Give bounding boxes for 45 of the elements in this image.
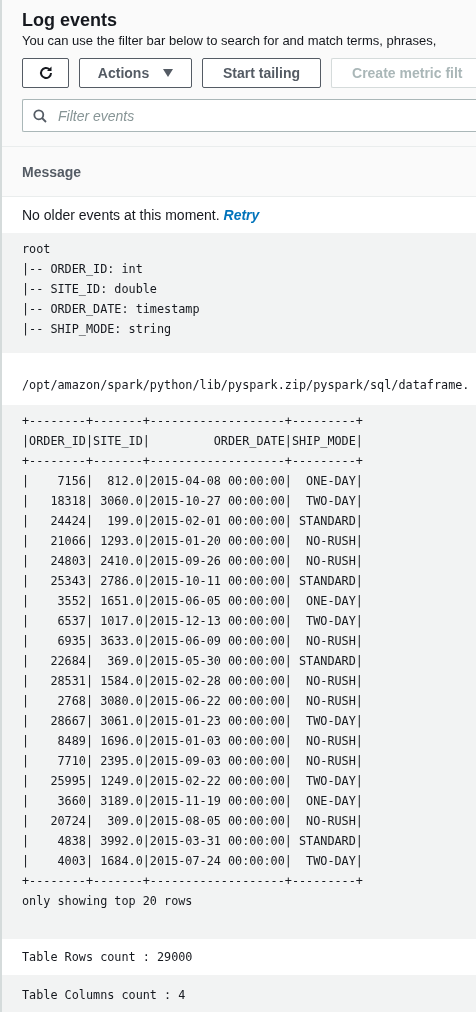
log-line: +--------+-------+-------------------+---------+	[22, 873, 364, 890]
log-line: | 7156| 812.0|2015-04-08 00:00:00| ONE-DAY|	[22, 473, 364, 490]
log-line: | 4003| 1684.0|2015-07-24 00:00:00| TWO-DAY|	[22, 853, 364, 870]
column-header: Message	[22, 163, 82, 180]
log-line: +--------+-------+-------------------+---------+	[22, 413, 364, 430]
caret-icon	[163, 69, 174, 77]
log-line: | 24424| 199.0|2015-02-01 00:00:00| STANDARD|	[22, 513, 364, 530]
log-line: |-- SITE_ID: double	[22, 281, 158, 298]
log-line: | 8489| 1696.0|2015-01-03 00:00:00| NO-RUSH|	[22, 733, 364, 750]
panel-title: Log events	[22, 9, 119, 32]
log-line: +--------+-------+-------------------+---------+	[22, 453, 364, 470]
retry-link[interactable]: Retry	[223, 207, 260, 223]
log-line: | 3660| 3189.0|2015-11-19 00:00:00| ONE-DAY|	[22, 793, 364, 810]
log-line: |-- SHIP_MODE: string	[22, 321, 173, 338]
log-line: | 21066| 1293.0|2015-01-20 00:00:00| NO-RUSH|	[22, 533, 364, 550]
log-line: root	[22, 241, 52, 258]
log-line: /opt/amazon/spark/python/lib/pyspark.zip/pyspark/sql/dataframe.	[22, 377, 471, 394]
notice-text: No older events at this moment. Retry	[22, 206, 261, 225]
filter-field[interactable]: Filter events	[22, 99, 476, 132]
refresh-icon	[37, 65, 54, 81]
log-line: | 6537| 1017.0|2015-12-13 00:00:00| TWO-DAY|	[22, 613, 364, 630]
start-tailing-button[interactable]: Start tailing	[202, 58, 321, 88]
log-line: | 25343| 2786.0|2015-10-11 00:00:00| STANDARD|	[22, 573, 364, 590]
log-line: only showing top 20 rows	[22, 893, 194, 910]
refresh-button[interactable]	[22, 58, 69, 88]
log-line: | 20724| 309.0|2015-08-05 00:00:00| NO-RUSH|	[22, 813, 364, 830]
log-line: | 28667| 3061.0|2015-01-23 00:00:00| TWO-DAY|	[22, 713, 364, 730]
log-line: | 22684| 369.0|2015-05-30 00:00:00| STANDARD|	[22, 653, 364, 670]
log-line: | 6935| 3633.0|2015-06-09 00:00:00| NO-RUSH|	[22, 633, 364, 650]
log-line: | 4838| 3992.0|2015-03-31 00:00:00| STANDARD|	[22, 833, 364, 850]
log-line: | 2768| 3080.0|2015-06-22 00:00:00| NO-RUSH|	[22, 693, 364, 710]
log-line: | 25995| 1249.0|2015-02-22 00:00:00| TWO-DAY|	[22, 773, 364, 790]
search-icon	[33, 109, 47, 123]
log-line: | 18318| 3060.0|2015-10-27 00:00:00| TWO-DAY|	[22, 493, 364, 510]
actions-button[interactable]: Actions	[79, 58, 192, 88]
log-line: |ORDER_ID|SITE_ID| ORDER_DATE|SHIP_MODE|	[22, 433, 364, 450]
log-line: Table Columns count : 4	[22, 987, 187, 1004]
log-line: | 28531| 1584.0|2015-02-28 00:00:00| NO-RUSH|	[22, 673, 364, 690]
log-line: | 24803| 2410.0|2015-09-26 00:00:00| NO-RUSH|	[22, 553, 364, 570]
log-line: | 7710| 2395.0|2015-09-03 00:00:00| NO-RUSH|	[22, 753, 364, 770]
log-line: |-- ORDER_DATE: timestamp	[22, 301, 201, 318]
panel-description: You can use the filter bar below to search for and match terms, phrases,	[22, 32, 438, 50]
log-line: Table Rows count : 29000	[22, 949, 194, 966]
log-line: |-- ORDER_ID: int	[22, 261, 144, 278]
log-line: | 3552| 1651.0|2015-06-05 00:00:00| ONE-DAY|	[22, 593, 364, 610]
